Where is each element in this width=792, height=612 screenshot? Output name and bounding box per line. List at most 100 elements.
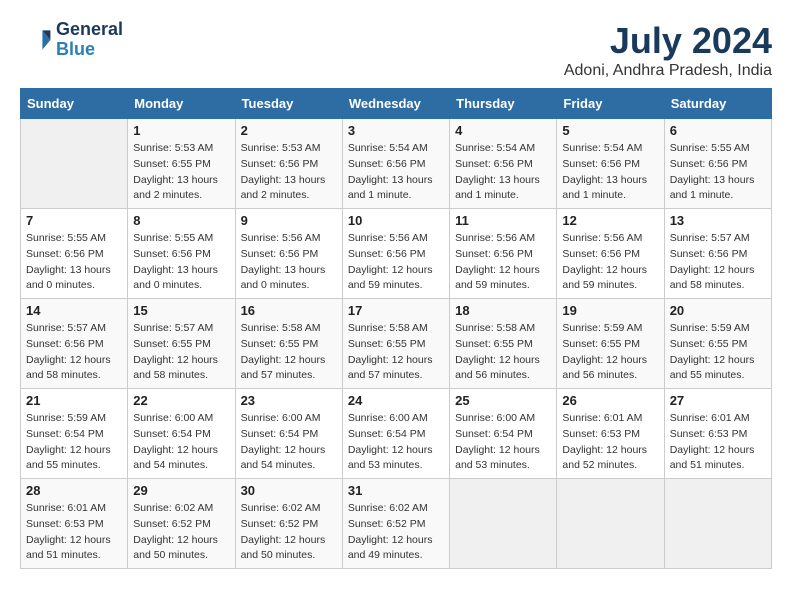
weekday-header: Thursday — [450, 89, 557, 119]
day-info: Sunrise: 6:00 AM Sunset: 6:54 PM Dayligh… — [133, 411, 229, 474]
logo-text: General Blue — [56, 20, 123, 60]
day-info: Sunrise: 5:58 AM Sunset: 6:55 PM Dayligh… — [455, 321, 551, 384]
calendar-cell: 27 Sunrise: 6:01 AM Sunset: 6:53 PM Dayli… — [664, 389, 771, 479]
day-info: Sunrise: 6:02 AM Sunset: 6:52 PM Dayligh… — [348, 501, 444, 564]
calendar-cell: 4 Sunrise: 5:54 AM Sunset: 6:56 PM Daylig… — [450, 119, 557, 209]
day-info: Sunrise: 6:01 AM Sunset: 6:53 PM Dayligh… — [562, 411, 658, 474]
calendar-cell: 18 Sunrise: 5:58 AM Sunset: 6:55 PM Dayli… — [450, 299, 557, 389]
calendar-header: SundayMondayTuesdayWednesdayThursdayFrid… — [21, 89, 772, 119]
day-number: 7 — [26, 213, 122, 228]
calendar-cell: 24 Sunrise: 6:00 AM Sunset: 6:54 PM Dayli… — [342, 389, 449, 479]
calendar-cell: 3Sunrise: 5:54 AM Sunset: 6:56 PM Daylig… — [342, 119, 449, 209]
calendar-week-row: 21 Sunrise: 5:59 AM Sunset: 6:54 PM Dayli… — [21, 389, 772, 479]
day-info: Sunrise: 5:54 AM Sunset: 6:56 PM Dayligh… — [348, 141, 444, 204]
calendar-week-row: 14Sunrise: 5:57 AM Sunset: 6:56 PM Dayli… — [21, 299, 772, 389]
calendar-cell: 22 Sunrise: 6:00 AM Sunset: 6:54 PM Dayli… — [128, 389, 235, 479]
calendar-cell: 9Sunrise: 5:56 AM Sunset: 6:56 PM Daylig… — [235, 209, 342, 299]
calendar-body: 1 Sunrise: 5:53 AM Sunset: 6:55 PM Daylig… — [21, 119, 772, 569]
calendar-cell — [664, 479, 771, 569]
calendar-cell: 11 Sunrise: 5:56 AM Sunset: 6:56 PM Dayli… — [450, 209, 557, 299]
day-number: 16 — [241, 303, 337, 318]
calendar-cell: 2Sunrise: 5:53 AM Sunset: 6:56 PM Daylig… — [235, 119, 342, 209]
day-number: 29 — [133, 483, 229, 498]
title-block: July 2024 Adoni, Andhra Pradesh, India — [564, 20, 772, 80]
calendar-cell: 5Sunrise: 5:54 AM Sunset: 6:56 PM Daylig… — [557, 119, 664, 209]
day-number: 23 — [241, 393, 337, 408]
calendar-cell: 14Sunrise: 5:57 AM Sunset: 6:56 PM Dayli… — [21, 299, 128, 389]
weekday-header: Tuesday — [235, 89, 342, 119]
calendar-cell: 12Sunrise: 5:56 AM Sunset: 6:56 PM Dayli… — [557, 209, 664, 299]
day-number: 26 — [562, 393, 658, 408]
calendar-cell — [21, 119, 128, 209]
day-number: 18 — [455, 303, 551, 318]
weekday-header: Saturday — [664, 89, 771, 119]
day-info: Sunrise: 5:59 AM Sunset: 6:55 PM Dayligh… — [670, 321, 766, 384]
calendar-cell: 15 Sunrise: 5:57 AM Sunset: 6:55 PM Dayli… — [128, 299, 235, 389]
day-number: 14 — [26, 303, 122, 318]
day-number: 13 — [670, 213, 766, 228]
day-number: 21 — [26, 393, 122, 408]
day-info: Sunrise: 5:59 AM Sunset: 6:54 PM Dayligh… — [26, 411, 122, 474]
day-number: 10 — [348, 213, 444, 228]
calendar-cell — [450, 479, 557, 569]
day-info: Sunrise: 5:58 AM Sunset: 6:55 PM Dayligh… — [348, 321, 444, 384]
weekday-header: Friday — [557, 89, 664, 119]
calendar-cell: 1 Sunrise: 5:53 AM Sunset: 6:55 PM Daylig… — [128, 119, 235, 209]
day-number: 25 — [455, 393, 551, 408]
calendar-cell: 21 Sunrise: 5:59 AM Sunset: 6:54 PM Dayli… — [21, 389, 128, 479]
day-number: 22 — [133, 393, 229, 408]
page-header: General Blue July 2024 Adoni, Andhra Pra… — [20, 20, 772, 80]
day-number: 24 — [348, 393, 444, 408]
weekday-row: SundayMondayTuesdayWednesdayThursdayFrid… — [21, 89, 772, 119]
calendar-cell: 7 Sunrise: 5:55 AM Sunset: 6:56 PM Daylig… — [21, 209, 128, 299]
calendar-cell — [557, 479, 664, 569]
day-info: Sunrise: 6:02 AM Sunset: 6:52 PM Dayligh… — [133, 501, 229, 564]
calendar-cell: 10 Sunrise: 5:56 AM Sunset: 6:56 PM Dayli… — [342, 209, 449, 299]
day-info: Sunrise: 5:55 AM Sunset: 6:56 PM Dayligh… — [26, 231, 122, 294]
calendar-cell: 25 Sunrise: 6:00 AM Sunset: 6:54 PM Dayli… — [450, 389, 557, 479]
day-number: 6 — [670, 123, 766, 138]
day-info: Sunrise: 6:01 AM Sunset: 6:53 PM Dayligh… — [26, 501, 122, 564]
day-info: Sunrise: 5:55 AM Sunset: 6:56 PM Dayligh… — [670, 141, 766, 204]
day-info: Sunrise: 5:57 AM Sunset: 6:56 PM Dayligh… — [670, 231, 766, 294]
day-number: 27 — [670, 393, 766, 408]
day-info: Sunrise: 6:00 AM Sunset: 6:54 PM Dayligh… — [348, 411, 444, 474]
day-info: Sunrise: 5:56 AM Sunset: 6:56 PM Dayligh… — [348, 231, 444, 294]
day-info: Sunrise: 5:56 AM Sunset: 6:56 PM Dayligh… — [241, 231, 337, 294]
calendar-week-row: 1 Sunrise: 5:53 AM Sunset: 6:55 PM Daylig… — [21, 119, 772, 209]
calendar-cell: 19Sunrise: 5:59 AM Sunset: 6:55 PM Dayli… — [557, 299, 664, 389]
day-number: 20 — [670, 303, 766, 318]
calendar-cell: 20 Sunrise: 5:59 AM Sunset: 6:55 PM Dayli… — [664, 299, 771, 389]
day-info: Sunrise: 5:57 AM Sunset: 6:55 PM Dayligh… — [133, 321, 229, 384]
day-info: Sunrise: 5:53 AM Sunset: 6:55 PM Dayligh… — [133, 141, 229, 204]
calendar-cell: 29 Sunrise: 6:02 AM Sunset: 6:52 PM Dayli… — [128, 479, 235, 569]
day-info: Sunrise: 5:55 AM Sunset: 6:56 PM Dayligh… — [133, 231, 229, 294]
day-number: 31 — [348, 483, 444, 498]
location: Adoni, Andhra Pradesh, India — [564, 62, 772, 80]
day-number: 28 — [26, 483, 122, 498]
calendar-cell: 26 Sunrise: 6:01 AM Sunset: 6:53 PM Dayli… — [557, 389, 664, 479]
weekday-header: Sunday — [21, 89, 128, 119]
day-number: 15 — [133, 303, 229, 318]
day-number: 4 — [455, 123, 551, 138]
day-info: Sunrise: 5:56 AM Sunset: 6:56 PM Dayligh… — [455, 231, 551, 294]
calendar-cell: 16 Sunrise: 5:58 AM Sunset: 6:55 PM Dayli… — [235, 299, 342, 389]
day-info: Sunrise: 5:56 AM Sunset: 6:56 PM Dayligh… — [562, 231, 658, 294]
day-number: 1 — [133, 123, 229, 138]
logo: General Blue — [20, 20, 123, 60]
day-number: 17 — [348, 303, 444, 318]
day-info: Sunrise: 5:53 AM Sunset: 6:56 PM Dayligh… — [241, 141, 337, 204]
day-number: 8 — [133, 213, 229, 228]
day-number: 30 — [241, 483, 337, 498]
day-info: Sunrise: 6:00 AM Sunset: 6:54 PM Dayligh… — [455, 411, 551, 474]
day-info: Sunrise: 5:54 AM Sunset: 6:56 PM Dayligh… — [455, 141, 551, 204]
logo-icon — [20, 24, 52, 56]
day-info: Sunrise: 6:01 AM Sunset: 6:53 PM Dayligh… — [670, 411, 766, 474]
calendar-cell: 17 Sunrise: 5:58 AM Sunset: 6:55 PM Dayli… — [342, 299, 449, 389]
day-info: Sunrise: 6:00 AM Sunset: 6:54 PM Dayligh… — [241, 411, 337, 474]
day-info: Sunrise: 5:58 AM Sunset: 6:55 PM Dayligh… — [241, 321, 337, 384]
day-number: 11 — [455, 213, 551, 228]
calendar-cell: 13 Sunrise: 5:57 AM Sunset: 6:56 PM Dayli… — [664, 209, 771, 299]
calendar-table: SundayMondayTuesdayWednesdayThursdayFrid… — [20, 88, 772, 569]
weekday-header: Monday — [128, 89, 235, 119]
